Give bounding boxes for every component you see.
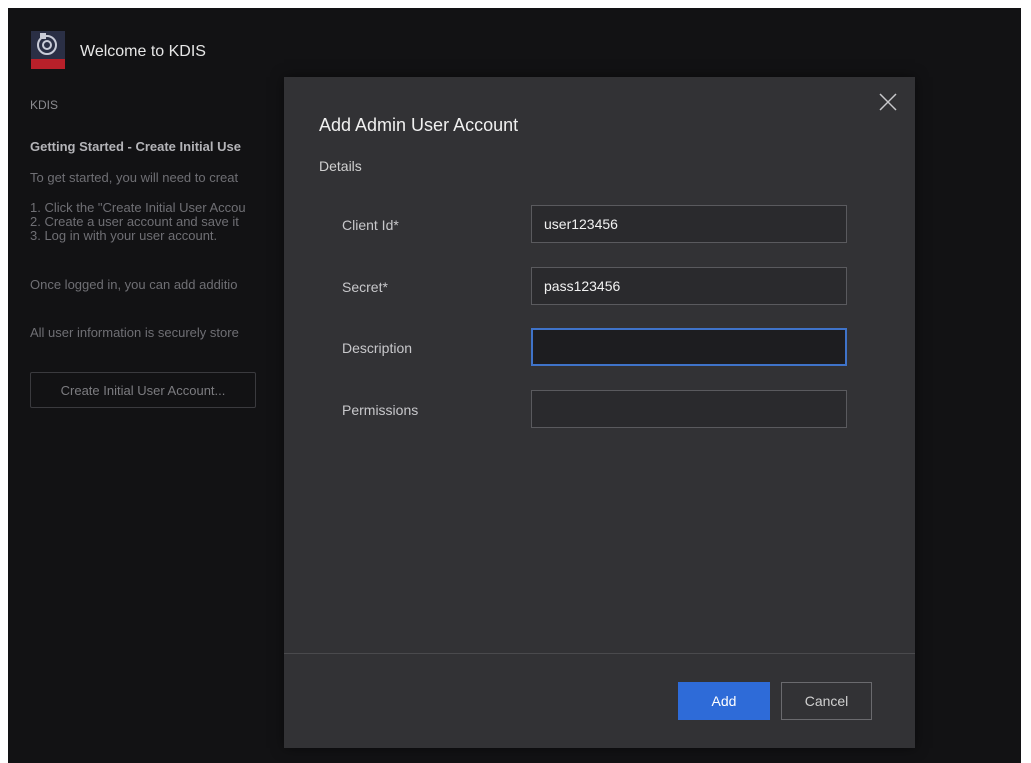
- step-item: 2. Create a user account and save it: [30, 214, 239, 229]
- kdis-logo-icon: [31, 31, 65, 69]
- close-icon[interactable]: [877, 91, 899, 113]
- field-row-client-id: Client Id*: [342, 205, 862, 245]
- secret-input[interactable]: [531, 267, 847, 305]
- secure-text: All user information is securely store: [30, 325, 239, 340]
- permissions-input[interactable]: [531, 390, 847, 428]
- section-label-details: Details: [319, 158, 362, 174]
- field-row-secret: Secret*: [342, 267, 862, 307]
- description-label: Description: [342, 340, 413, 356]
- cancel-button[interactable]: Cancel: [781, 682, 872, 720]
- app-title: Welcome to KDIS: [80, 43, 206, 60]
- client-id-label: Client Id*: [342, 217, 399, 233]
- step-item: 1. Click the "Create Initial User Accou: [30, 200, 246, 215]
- create-initial-user-button[interactable]: Create Initial User Account...: [30, 372, 256, 408]
- add-button[interactable]: Add: [678, 682, 770, 720]
- permissions-label: Permissions: [342, 402, 419, 418]
- intro-text: To get started, you will need to creat: [30, 170, 239, 185]
- app-window: Welcome to KDIS KDIS Getting Started - C…: [8, 8, 1021, 763]
- description-input[interactable]: [531, 328, 847, 366]
- add-admin-user-dialog: Add Admin User Account Details Client Id…: [284, 77, 915, 748]
- logged-in-text: Once logged in, you can add additio: [30, 277, 238, 292]
- breadcrumb[interactable]: KDIS: [30, 98, 58, 112]
- client-id-input[interactable]: [531, 205, 847, 243]
- page-heading: Getting Started - Create Initial Use: [30, 139, 241, 154]
- app-header: Welcome to KDIS: [8, 8, 1021, 78]
- steps-list: 1. Click the "Create Initial User Accou …: [30, 201, 246, 243]
- secret-label: Secret*: [342, 279, 388, 295]
- dialog-title: Add Admin User Account: [319, 115, 519, 135]
- field-row-permissions: Permissions: [342, 390, 862, 430]
- step-item: 3. Log in with your user account.: [30, 228, 218, 243]
- dialog-divider: [284, 653, 915, 654]
- field-row-description: Description: [342, 328, 862, 368]
